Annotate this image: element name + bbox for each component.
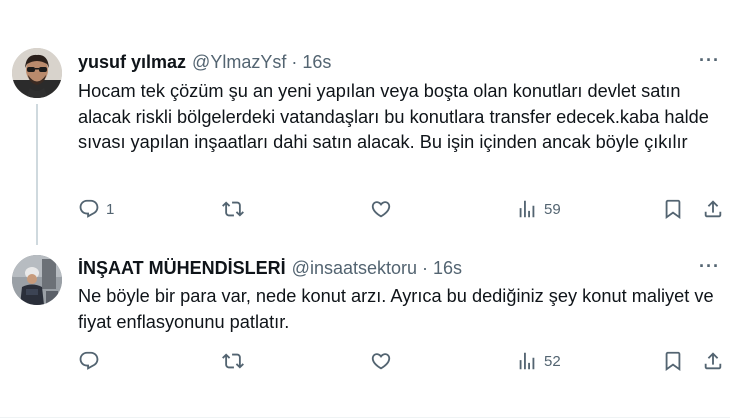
share-icon [704, 200, 722, 218]
retweet-icon [222, 353, 244, 369]
like-button[interactable] [370, 198, 392, 220]
timestamp[interactable]: 16s [433, 258, 462, 279]
share-button[interactable] [702, 350, 724, 372]
tweet-header: yusuf yılmaz @YlmazYsf · 16s [78, 52, 331, 73]
tweet-1[interactable]: yusuf yılmaz @YlmazYsf · 16s ··· Hocam t… [0, 0, 730, 245]
avatar[interactable] [12, 48, 62, 98]
author-handle[interactable]: @YlmazYsf [192, 52, 286, 73]
bookmark-button[interactable] [662, 198, 684, 220]
share-icon [704, 352, 722, 370]
tweet-actions: 52 [78, 350, 730, 374]
retweet-button[interactable] [222, 198, 244, 220]
reply-button[interactable]: 1 [78, 198, 114, 220]
divider [0, 417, 730, 418]
thread-line [36, 104, 38, 245]
views-chart-icon [519, 352, 535, 370]
tweet-text: Hocam tek çözüm şu an yeni yapılan veya … [78, 81, 709, 152]
avatar[interactable] [12, 255, 62, 305]
share-button[interactable] [702, 198, 724, 220]
separator-dot: · [422, 258, 429, 278]
views-button[interactable]: 52 [516, 350, 561, 372]
views-button[interactable]: 59 [516, 198, 561, 220]
like-button[interactable] [370, 350, 392, 372]
reply-count: 1 [106, 200, 115, 218]
reply-button[interactable] [78, 350, 100, 372]
more-options-icon[interactable]: ··· [699, 50, 720, 71]
tweet-text: Ne böyle bir para var, nede konut arzı. … [78, 286, 714, 332]
tweet-header: İNŞAAT MÜHENDİSLERİ @insaatsektoru · 16s [78, 258, 462, 279]
retweet-button[interactable] [222, 350, 244, 372]
tweet-actions: 1 59 [78, 198, 730, 222]
views-count: 52 [544, 352, 561, 370]
bookmark-icon [665, 351, 681, 372]
bookmark-icon [665, 199, 681, 220]
heart-icon [371, 201, 391, 218]
bookmark-button[interactable] [662, 350, 684, 372]
more-options-icon[interactable]: ··· [699, 256, 720, 277]
retweet-icon [222, 201, 244, 217]
tweet-2[interactable]: İNŞAAT MÜHENDİSLERİ @insaatsektoru · 16s… [0, 245, 730, 420]
author-handle[interactable]: @insaatsektoru [292, 258, 417, 279]
author-name[interactable]: İNŞAAT MÜHENDİSLERİ [78, 258, 286, 279]
separator-dot: · [291, 52, 298, 72]
views-chart-icon [519, 200, 535, 218]
timestamp[interactable]: 16s [302, 52, 331, 73]
author-name[interactable]: yusuf yılmaz [78, 52, 186, 73]
reply-icon [79, 351, 99, 370]
views-count: 59 [544, 200, 561, 218]
heart-icon [371, 353, 391, 370]
reply-icon [79, 199, 99, 218]
